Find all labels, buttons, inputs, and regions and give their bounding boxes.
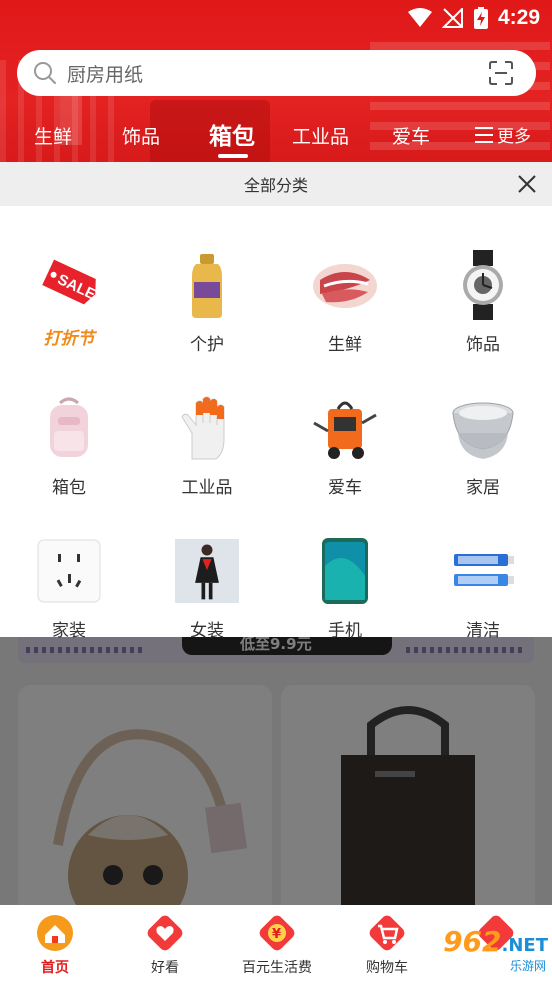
smartphone-icon [322,538,368,604]
all-categories-panel: 全部分类 SALE 打折节 个护 生鲜 饰品 箱包 工业品 爱车 家居 家装 女… [0,162,552,641]
header: 4:29 厨房用纸 生鲜 饰品 箱包 工业品 爱车 更多 [0,0,552,162]
more-categories-button[interactable]: 更多 [474,122,531,147]
watermark-logo: 962.NET 乐游网 [443,925,548,973]
category-cleaning[interactable]: 清洁 [414,536,552,641]
wall-socket-icon [37,539,101,603]
search-icon [34,62,56,84]
tab-car[interactable]: 爱车 [392,122,430,149]
scan-icon[interactable] [488,61,514,85]
nav-label: 好看 [151,960,179,976]
nav-label: 首页 [41,960,69,976]
home-icon [37,915,73,951]
toothpaste-icon [454,554,514,586]
category-home-decor[interactable]: 家装 [0,536,138,641]
active-tab-indicator [218,154,248,158]
modal-overlay[interactable] [0,637,552,905]
status-bar: 4:29 [0,0,552,40]
sale-tag-icon: SALE [42,259,98,305]
category-accessories[interactable]: 饰品 [414,250,552,355]
backpack-icon [50,397,88,457]
category-phones[interactable]: 手机 [276,536,414,641]
category-label: 清洁 [466,621,500,641]
tab-bags[interactable]: 箱包 [209,117,255,151]
category-personal-care[interactable]: 个护 [138,250,276,355]
tab-accessories[interactable]: 饰品 [122,122,160,149]
cart-icon [369,915,405,951]
close-icon[interactable] [516,173,538,195]
nav-living-allowance[interactable]: ¥ 百元生活费 [222,911,332,977]
search-input[interactable]: 厨房用纸 [67,60,143,87]
category-label: 工业品 [181,478,233,498]
shampoo-bottle-icon [192,254,222,318]
category-label: 女装 [190,621,224,641]
tab-industrial[interactable]: 工业品 [292,122,349,149]
category-womens-wear[interactable]: 女装 [138,536,276,641]
meat-icon [313,264,377,308]
watermark-suffix: .NET [501,935,548,956]
category-industrial[interactable]: 工业品 [138,393,276,498]
panel-title: 全部分类 [243,176,308,195]
search-bar[interactable]: 厨房用纸 [17,50,536,96]
category-label: 家装 [52,621,86,641]
heart-icon [147,915,183,951]
category-tabs: 生鲜 饰品 箱包 工业品 爱车 更多 [0,112,552,162]
category-home[interactable]: 家居 [414,393,552,498]
category-label: 箱包 [52,478,86,498]
category-label: 手机 [328,621,362,641]
category-bags[interactable]: 箱包 [0,393,138,498]
nav-home[interactable]: 首页 [0,911,110,977]
watermark-sub: 乐游网 [509,959,546,973]
more-label: 更多 [497,127,531,147]
nav-label: 购物车 [366,960,408,976]
nav-good-looking[interactable]: 好看 [110,911,220,977]
watermark-number: 962 [443,925,502,958]
status-time: 4:29 [497,6,540,29]
yuan-coin-icon: ¥ [259,915,295,951]
category-car[interactable]: 爱车 [276,393,414,498]
category-label: 个护 [190,335,224,355]
category-label: 生鲜 [328,335,362,355]
steel-bowl-icon [452,402,514,459]
category-label: 家居 [466,478,500,498]
category-label: 爱车 [328,478,362,498]
nav-cart[interactable]: 购物车 [332,911,442,977]
category-sale[interactable]: SALE 打折节 [0,250,138,349]
no-signal-icon [441,8,463,28]
pressure-washer-icon [313,401,377,459]
wifi-icon [407,8,432,27]
dress-icon [175,539,239,603]
svg-text:¥: ¥ [272,927,281,942]
battery-charging-icon [473,7,488,29]
category-label: 饰品 [466,335,500,355]
category-label: 打折节 [43,329,95,349]
panel-header: 全部分类 [0,162,552,206]
watch-icon [463,250,503,320]
menu-icon [475,126,493,143]
bottom-nav: 首页 好看 ¥ 百元生活费 购物车 962.NET 乐游网 [0,905,552,981]
tab-fresh[interactable]: 生鲜 [34,122,72,149]
category-fresh[interactable]: 生鲜 [276,250,414,355]
nav-label: 百元生活费 [242,960,312,976]
work-glove-icon [181,396,225,460]
